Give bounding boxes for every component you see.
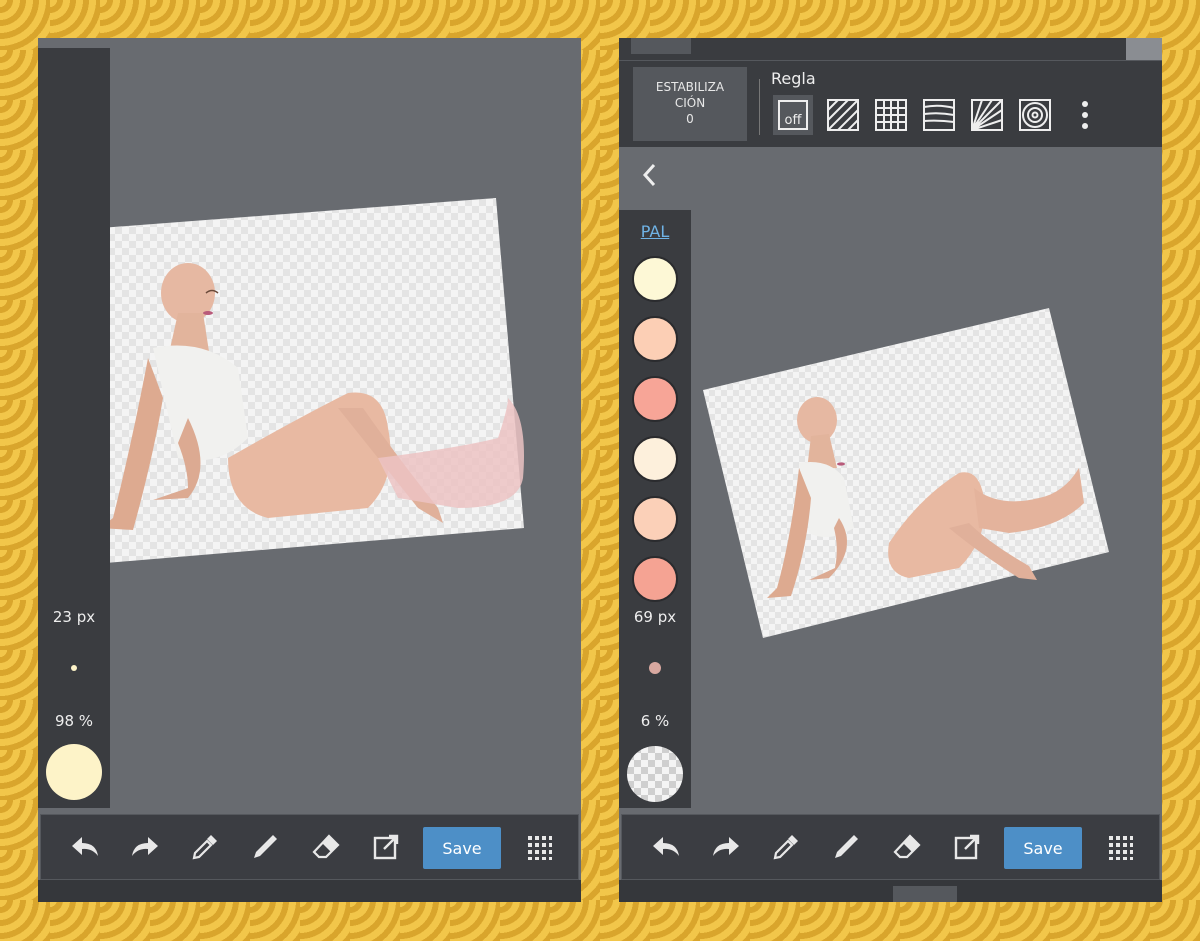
right-screen: ESTABILIZA CIÓN 0 Regla off PAL 69 px 6 … xyxy=(619,38,1162,902)
palette-color-6[interactable] xyxy=(632,556,678,602)
nav-handle[interactable] xyxy=(893,886,957,902)
palette-label[interactable]: PAL xyxy=(619,222,691,241)
drawing-canvas[interactable] xyxy=(38,38,581,598)
brush-size-label[interactable]: 69 px xyxy=(619,608,691,626)
redo-icon[interactable] xyxy=(708,829,744,865)
palette-color-5[interactable] xyxy=(632,496,678,542)
perspective-ruler-icon[interactable] xyxy=(919,95,959,135)
grid-menu-icon[interactable] xyxy=(1102,829,1138,865)
current-color-swatch[interactable] xyxy=(627,746,683,802)
redo-icon[interactable] xyxy=(127,829,163,865)
export-icon[interactable] xyxy=(368,829,404,865)
ruler-off-button[interactable]: off xyxy=(773,95,813,135)
bottom-toolbar: Save xyxy=(40,814,579,880)
top-header-strip xyxy=(619,38,1162,60)
bottom-toolbar: Save xyxy=(621,814,1160,880)
radial-ruler-icon[interactable] xyxy=(967,95,1007,135)
drawing-canvas[interactable] xyxy=(679,288,1162,658)
brush-opacity-label[interactable]: 98 % xyxy=(38,712,110,730)
eyedropper-icon[interactable] xyxy=(187,829,223,865)
stabilization-value: 0 xyxy=(686,112,694,126)
brush-size-label[interactable]: 23 px xyxy=(38,608,110,626)
header-scroll-thumb[interactable] xyxy=(1126,38,1162,60)
undo-icon[interactable] xyxy=(67,829,103,865)
brush-opacity-label[interactable]: 6 % xyxy=(619,712,691,730)
stabilization-label: ESTABILIZA CIÓN xyxy=(655,80,725,110)
palette-color-4[interactable] xyxy=(632,436,678,482)
grid-ruler-icon[interactable] xyxy=(871,95,911,135)
palette-sidebar: PAL 69 px 6 % xyxy=(619,210,691,808)
ruler-off-label: off xyxy=(778,100,808,130)
brush-sidebar: 23 px 98 % xyxy=(38,48,110,808)
stabilizer-ruler-bar: ESTABILIZA CIÓN 0 Regla off xyxy=(619,60,1162,147)
export-icon[interactable] xyxy=(949,829,985,865)
pen-icon[interactable] xyxy=(828,829,864,865)
save-button[interactable]: Save xyxy=(423,827,501,869)
eraser-icon[interactable] xyxy=(308,829,344,865)
ruler-divider xyxy=(759,79,760,135)
save-button[interactable]: Save xyxy=(1004,827,1082,869)
eyedropper-icon[interactable] xyxy=(768,829,804,865)
brush-size-preview xyxy=(71,665,77,671)
current-color-swatch[interactable] xyxy=(46,744,102,800)
undo-icon[interactable] xyxy=(648,829,684,865)
brush-size-preview xyxy=(649,662,661,674)
parallel-ruler-icon[interactable] xyxy=(823,95,863,135)
more-options-icon[interactable] xyxy=(1065,95,1105,135)
ruler-title: Regla xyxy=(771,69,816,88)
system-nav-bar xyxy=(619,880,1162,902)
palette-color-2[interactable] xyxy=(632,316,678,362)
chevron-left-icon[interactable] xyxy=(641,162,657,192)
grid-menu-icon[interactable] xyxy=(521,829,557,865)
system-nav-bar xyxy=(38,880,581,902)
palette-color-1[interactable] xyxy=(632,256,678,302)
header-tab[interactable] xyxy=(631,38,691,54)
pen-icon[interactable] xyxy=(247,829,283,865)
eraser-icon[interactable] xyxy=(889,829,925,865)
concentric-ruler-icon[interactable] xyxy=(1015,95,1055,135)
stabilization-button[interactable]: ESTABILIZA CIÓN 0 xyxy=(633,67,747,141)
palette-color-3[interactable] xyxy=(632,376,678,422)
left-screen: 23 px 98 % Save xyxy=(38,38,581,902)
